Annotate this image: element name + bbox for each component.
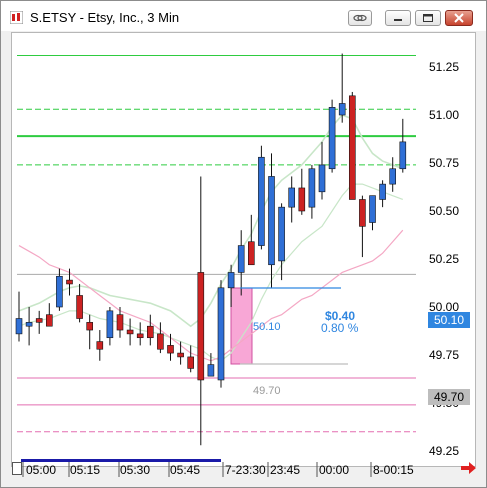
time-tick-label: 8-00:15: [373, 463, 414, 477]
y-tick-label: 50.25: [429, 252, 460, 266]
candle-up: [369, 195, 376, 223]
time-tick-label: 05:15: [70, 463, 101, 477]
candle-up: [15, 318, 23, 335]
chart-window: S.ETSY - Etsy, Inc., 3 Min $0.40 0.80 % …: [0, 0, 487, 488]
candle-down: [116, 314, 124, 331]
candle-up: [56, 275, 63, 308]
time-axis[interactable]: 05:00 05:15 05:30 05:45 7-23:30 23:45 00…: [11, 459, 424, 477]
candle-down: [35, 318, 43, 323]
candle-down: [136, 333, 144, 339]
measure-start-price: 50.10: [253, 321, 281, 333]
candle-up: [308, 168, 316, 208]
maximize-icon: [423, 14, 433, 22]
measure-end-price: 49.70: [253, 385, 281, 397]
minimize-button[interactable]: [385, 10, 411, 26]
candle-down: [147, 325, 154, 339]
time-tick-label: 23:45: [270, 463, 301, 477]
candle-up: [217, 287, 225, 381]
candle-up: [389, 168, 397, 185]
candle-up: [288, 187, 296, 208]
candle-down: [126, 329, 134, 335]
candle-down: [66, 279, 73, 285]
candle-up: [237, 245, 245, 273]
maximize-button[interactable]: [415, 10, 441, 26]
y-tick-label: 51.00: [429, 108, 460, 122]
candle-down: [197, 272, 205, 381]
candle-down: [86, 322, 93, 331]
candle-up: [25, 322, 33, 327]
y-tick-label: 51.25: [429, 60, 460, 74]
candle-up: [106, 310, 114, 339]
y-tick-label: 49.75: [429, 348, 460, 362]
candle-down: [187, 356, 194, 369]
candle-up: [207, 364, 215, 377]
time-tick-label: 7-23:30: [225, 463, 266, 477]
candles: [15, 53, 407, 446]
candle-up: [379, 183, 386, 200]
y-tick-label: 50.50: [429, 204, 460, 218]
candle-up: [278, 206, 285, 262]
time-tick-label: 00:00: [319, 463, 350, 477]
scroll-handle[interactable]: [12, 462, 22, 475]
candle-up: [328, 107, 336, 170]
candle-down: [348, 95, 356, 200]
close-button[interactable]: [445, 10, 473, 26]
minimize-icon: [394, 19, 402, 21]
price-chart[interactable]: [12, 33, 475, 466]
time-tick-label: 05:00: [26, 463, 57, 477]
candle-down: [248, 241, 255, 266]
candle-up: [227, 272, 235, 289]
time-tick-label: 05:30: [120, 463, 151, 477]
measure-delta-percent: 0.80 %: [321, 321, 359, 335]
candle-down: [177, 352, 184, 358]
price-marker: 49.70: [428, 389, 470, 405]
window-title: S.ETSY - Etsy, Inc., 3 Min: [30, 10, 180, 25]
link-button[interactable]: [348, 10, 372, 26]
candle-down: [359, 199, 366, 227]
y-tick-label: 49.25: [429, 444, 460, 458]
close-icon: [454, 13, 464, 23]
last-price-marker: 50.10: [428, 312, 470, 328]
candle-up: [399, 141, 407, 170]
time-tick-label: 05:45: [170, 463, 201, 477]
candle-up: [318, 164, 326, 193]
candle-down: [45, 314, 53, 327]
chart-app-icon: [10, 11, 23, 24]
title-bar[interactable]: S.ETSY - Etsy, Inc., 3 Min: [1, 1, 486, 31]
upper-band-line: [18, 114, 404, 328]
candle-up: [258, 156, 265, 246]
candle-down: [167, 345, 174, 354]
candle-down: [157, 333, 164, 350]
y-tick-label: 50.75: [429, 156, 460, 170]
chart-area[interactable]: $0.40 0.80 % 50.10 49.70 51.25 51.00 50.…: [11, 32, 476, 467]
level-lines: [17, 54, 416, 433]
candle-down: [96, 341, 104, 350]
scroll-right-arrow-icon[interactable]: [458, 459, 478, 477]
link-icon: [353, 14, 367, 22]
candle-up: [338, 103, 346, 116]
candle-up: [268, 176, 275, 266]
candle-down: [298, 187, 306, 212]
candle-down: [76, 295, 83, 319]
